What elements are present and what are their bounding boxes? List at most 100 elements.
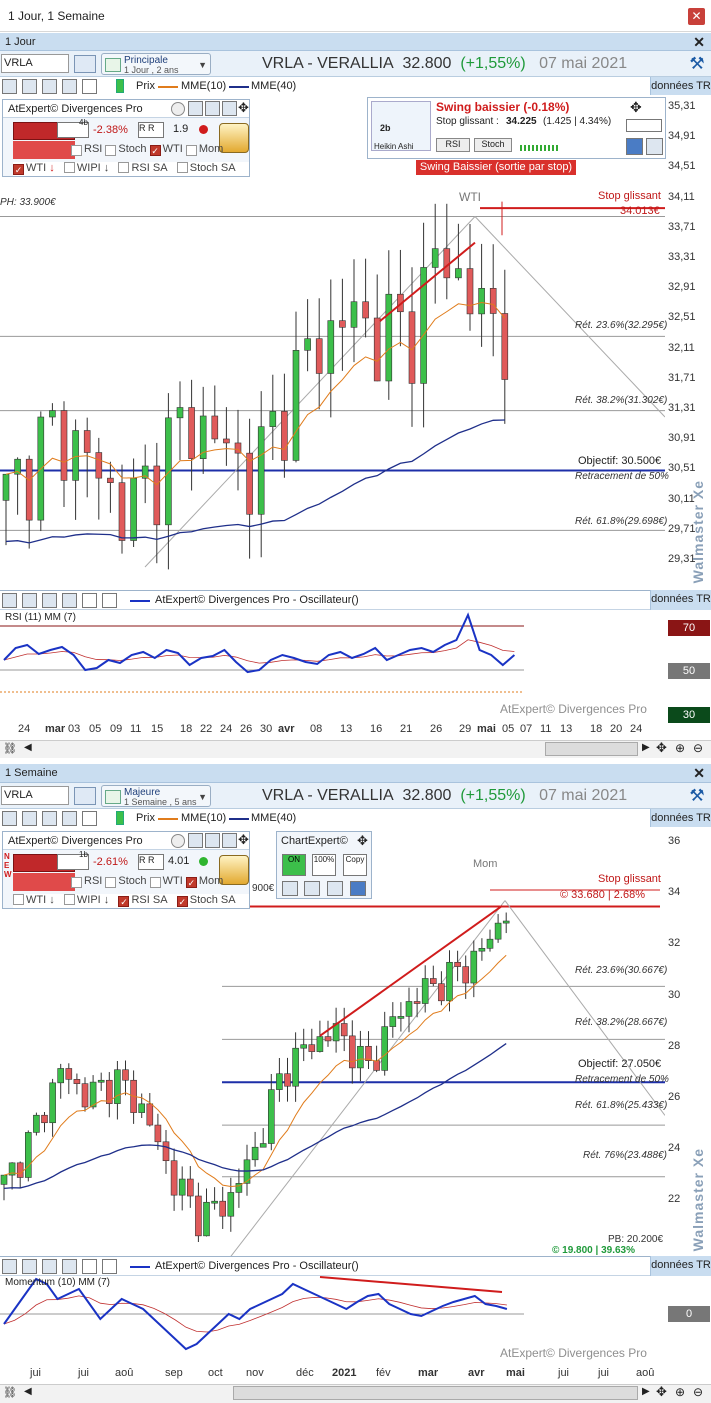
check-mom[interactable]: × Mom <box>185 143 223 156</box>
arrow-right-icon[interactable] <box>626 119 662 132</box>
check-rsi[interactable]: × RSI <box>71 875 102 888</box>
tools-icon[interactable] <box>2 811 17 826</box>
chartexpert-on-button[interactable]: ON <box>282 854 306 876</box>
wave-icon[interactable] <box>22 593 37 608</box>
check2-wti[interactable]: ✓ WTI ↓ <box>13 162 55 175</box>
list-icon[interactable] <box>205 101 220 116</box>
check2-wti[interactable]: WTI ↓ <box>13 894 55 906</box>
zoom-in-icon[interactable]: ⊕ <box>675 1385 685 1399</box>
link-icon[interactable]: ⛓ <box>3 742 17 755</box>
tool-icon[interactable] <box>188 833 203 848</box>
ap-icon[interactable] <box>62 1259 77 1274</box>
daily-scroll-thumb[interactable] <box>545 742 638 756</box>
daily-scrollbar[interactable]: ⛓ ◀ ▶ ✥ ⊕ ⊖ <box>0 740 711 758</box>
tool2-icon[interactable] <box>42 79 57 94</box>
weekly-signal-red2[interactable] <box>13 873 75 891</box>
tools-icon[interactable] <box>2 79 17 94</box>
wrench-icon[interactable]: ⚒ <box>687 54 707 74</box>
daily-chart-selector[interactable]: Principale 1 Jour , 2 ans ▼ <box>101 53 211 75</box>
square-icon[interactable] <box>82 1259 97 1274</box>
list-icon[interactable] <box>205 833 220 848</box>
swing-title: Swing baissier (-0.18%) <box>436 100 570 114</box>
pan-icon[interactable]: ✥ <box>656 1384 667 1400</box>
tool2-icon[interactable] <box>42 811 57 826</box>
tools-icon[interactable] <box>2 1259 17 1274</box>
chart-up-icon[interactable] <box>626 138 643 155</box>
check-rsi[interactable]: × RSI <box>71 143 102 156</box>
swing-stoch-button[interactable]: Stoch <box>474 138 512 152</box>
tool-icon[interactable] <box>188 101 203 116</box>
candle-body <box>327 320 335 374</box>
zoom-out-icon[interactable]: ⊖ <box>693 1385 703 1399</box>
move-icon[interactable]: ✥ <box>238 832 249 848</box>
check2-stochsa[interactable]: ✓ Stoch SA <box>176 894 236 907</box>
check2-rsisa[interactable]: ✓ RSI SA <box>118 894 168 907</box>
book-icon[interactable] <box>74 55 96 73</box>
grid-icon[interactable] <box>222 101 237 116</box>
weekly-chart-selector[interactable]: Majeure 1 Semaine , 5 ans ▼ <box>101 785 211 807</box>
wave-icon[interactable] <box>22 1259 37 1274</box>
move-icon[interactable]: ✥ <box>238 100 249 116</box>
check2-rsisa[interactable]: RSI SA <box>118 162 168 174</box>
check2-wipi[interactable]: WIPI ↓ <box>63 162 109 174</box>
ap-icon[interactable] <box>62 79 77 94</box>
check2-stochsa[interactable]: Stoch SA <box>176 162 236 174</box>
ap-icon[interactable] <box>62 811 77 826</box>
scroll-left-icon[interactable]: ◀ <box>24 1386 32 1397</box>
square-icon[interactable] <box>82 593 97 608</box>
palette-icon[interactable] <box>327 881 343 896</box>
grid-icon[interactable] <box>222 833 237 848</box>
weekly-osc-donnees[interactable]: données TR <box>650 1256 711 1276</box>
check2-wipi[interactable]: WIPI ↓ <box>63 894 109 906</box>
square-icon[interactable] <box>82 811 97 826</box>
weekly-donnees-tr[interactable]: données TR <box>650 809 711 827</box>
weekly-scroll-thumb[interactable] <box>233 1386 638 1400</box>
scroll-right-icon[interactable]: ▶ <box>642 1386 650 1397</box>
refresh-icon[interactable] <box>171 102 185 116</box>
check-wti[interactable]: ✓ WTI <box>149 143 183 156</box>
weekly-panel-close-icon[interactable]: ✕ <box>693 765 705 782</box>
check-stoch[interactable]: × Stoch <box>105 875 147 888</box>
daily-signal-red2[interactable] <box>13 141 75 159</box>
tool2-icon[interactable] <box>42 593 57 608</box>
wave-icon[interactable] <box>22 79 37 94</box>
book-icon[interactable] <box>74 787 96 805</box>
close-icon[interactable] <box>102 593 117 608</box>
daily-osc-donnees[interactable]: données TR <box>650 590 711 610</box>
brush-icon[interactable] <box>304 881 320 896</box>
window-close-button[interactable]: ✕ <box>688 8 705 25</box>
scroll-right-icon[interactable]: ▶ <box>642 742 650 753</box>
pen-icon[interactable] <box>350 881 366 896</box>
scroll-left-icon[interactable]: ◀ <box>24 742 32 753</box>
check-wti[interactable]: × WTI <box>149 875 183 888</box>
check-mom[interactable]: ✓ Mom <box>185 875 223 888</box>
daily-symbol-input[interactable]: VRLA <box>1 54 69 73</box>
link-icon[interactable]: ⛓ <box>3 1386 17 1399</box>
square-icon[interactable] <box>82 79 97 94</box>
zoom-in-icon[interactable]: ⊕ <box>675 741 685 755</box>
zoom-out-icon[interactable]: ⊖ <box>693 741 703 755</box>
chart-down-icon[interactable] <box>646 138 663 155</box>
chartexpert-100-button[interactable]: 100% <box>312 854 336 876</box>
weekly-symbol-input[interactable]: VRLA <box>1 786 69 805</box>
daily-donnees-tr[interactable]: données TR <box>650 77 711 95</box>
close-icon[interactable] <box>102 1259 117 1274</box>
weekly-scrollbar[interactable]: ⛓ ◀ ▶ ✥ ⊕ ⊖ <box>0 1384 711 1403</box>
move-icon[interactable]: ✥ <box>630 99 642 116</box>
bell-icon[interactable] <box>219 123 249 153</box>
swing-rsi-button[interactable]: RSI <box>436 138 470 152</box>
tool-icon[interactable] <box>282 881 298 896</box>
wrench-icon[interactable]: ⚒ <box>687 786 707 806</box>
wave-icon[interactable] <box>22 811 37 826</box>
tool2-icon[interactable] <box>42 1259 57 1274</box>
daily-panel-close-icon[interactable]: ✕ <box>693 34 705 51</box>
daily-ret-236: Rét. 23.6%(32.295€) <box>575 320 668 331</box>
move-icon[interactable]: ✥ <box>357 833 368 849</box>
chartexpert-copy-button[interactable]: Copy <box>343 854 367 876</box>
tools-icon[interactable] <box>2 593 17 608</box>
pan-icon[interactable]: ✥ <box>656 740 667 756</box>
check-stoch[interactable]: × Stoch <box>105 143 147 156</box>
bell-icon[interactable] <box>219 855 249 885</box>
ap-icon[interactable] <box>62 593 77 608</box>
refresh-icon[interactable] <box>171 834 185 848</box>
